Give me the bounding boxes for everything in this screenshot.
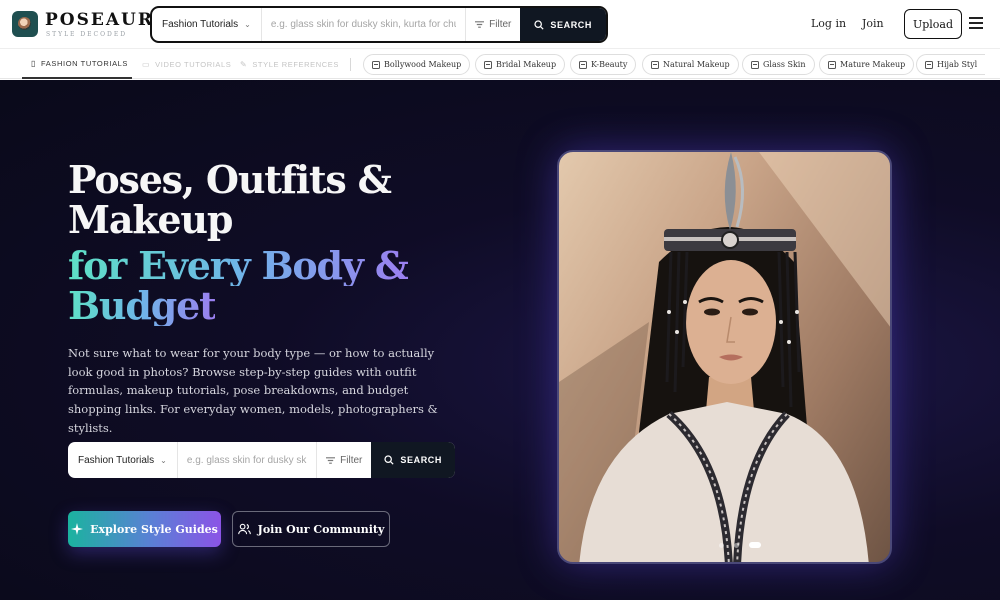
header-search-bar: Fashion Tutorials ⌄ Filter SEARCH — [150, 6, 608, 43]
chip-bollywood-makeup[interactable]: Bollywood Makeup — [363, 54, 471, 75]
brush-icon: ✎ — [240, 59, 248, 69]
carousel-dot[interactable] — [733, 542, 739, 548]
category-select-value: Fashion Tutorials — [162, 19, 239, 30]
filter-icon — [475, 21, 485, 28]
join-community-label: Join Our Community — [257, 522, 385, 536]
image-icon — [751, 60, 759, 69]
tab-label: VIDEO TUTORIALS — [155, 59, 232, 69]
image-icon — [651, 60, 659, 69]
filter-label: Filter — [489, 19, 512, 30]
chip-label: K-Beauty — [591, 60, 628, 69]
hero-description: Not sure what to wear for your body type… — [68, 346, 438, 435]
search-button[interactable]: SEARCH — [520, 8, 606, 41]
hero-category-select[interactable]: Fashion Tutorials ⌄ — [68, 442, 178, 478]
chip-hijab-styles[interactable]: Hijab Styl — [916, 54, 986, 75]
filter-label: Filter — [340, 454, 363, 466]
image-icon — [828, 60, 836, 69]
video-icon: ▭ — [142, 59, 151, 69]
category-select[interactable]: Fashion Tutorials ⌄ — [152, 8, 262, 41]
hero-title-line-2: Makeup — [68, 197, 233, 242]
users-icon — [237, 523, 251, 535]
chip-label: Glass Skin — [763, 60, 806, 69]
image-icon — [372, 60, 380, 69]
search-icon — [534, 19, 544, 30]
tab-fashion-tutorials[interactable]: ▯ FASHION TUTORIALS — [22, 49, 132, 79]
join-link[interactable]: Join — [862, 17, 884, 30]
upload-button[interactable]: Upload — [904, 9, 962, 39]
filter-icon — [326, 456, 336, 464]
carousel-dot-active[interactable] — [748, 542, 761, 548]
hero-filter-button[interactable]: Filter — [316, 442, 371, 478]
chip-label: Natural Makeup — [663, 60, 730, 69]
carousel-indicators — [559, 542, 890, 548]
chip-label: Bridal Makeup — [496, 60, 557, 69]
search-input[interactable] — [261, 8, 466, 41]
chip-k-beauty[interactable]: K-Beauty — [570, 54, 637, 75]
chevron-down-icon: ⌄ — [160, 455, 167, 465]
chip-label: Mature Makeup — [840, 60, 906, 69]
sparkle-icon — [71, 523, 84, 535]
tab-label: FASHION TUTORIALS — [41, 58, 129, 68]
category-select-value: Fashion Tutorials — [78, 454, 155, 466]
join-community-button[interactable]: Join Our Community — [232, 511, 390, 547]
brand-tagline: STYLE DECODED — [46, 31, 128, 38]
hero-search-bar: Fashion Tutorials ⌄ Filter SEARCH — [68, 442, 455, 478]
chip-label: Hijab Styl — [937, 60, 978, 69]
logo-icon[interactable] — [12, 11, 38, 37]
chip-natural-makeup[interactable]: Natural Makeup — [642, 54, 739, 75]
tab-video-tutorials[interactable]: ▭ VIDEO TUTORIALS — [142, 49, 231, 79]
book-icon: ▯ — [31, 58, 37, 68]
hero-section: Poses, Outfits & Makeup for Every Body &… — [0, 80, 1000, 600]
carousel-dot[interactable] — [718, 542, 724, 548]
hero-search-input[interactable] — [177, 442, 317, 478]
tab-label: STYLE REFERENCES — [252, 59, 340, 69]
image-icon — [579, 60, 587, 69]
hamburger-menu-icon[interactable] — [969, 17, 983, 29]
chip-label: Bollywood Makeup — [384, 60, 462, 69]
hero-title-line-1: Poses, Outfits & — [68, 157, 392, 202]
explore-button-label: Explore Style Guides — [90, 522, 218, 536]
chevron-down-icon: ⌄ — [244, 20, 251, 29]
login-link[interactable]: Log in — [811, 17, 846, 30]
hero-image-carousel[interactable] — [557, 150, 892, 564]
divider — [350, 58, 351, 71]
category-navigation: ▯ FASHION TUTORIALS ▭ VIDEO TUTORIALS ✎ … — [0, 48, 1000, 79]
hero-title-line-4: Budget — [68, 283, 217, 328]
hero-title-line-3: for Every Body & — [68, 243, 409, 288]
tab-style-references[interactable]: ✎ STYLE REFERENCES — [240, 49, 339, 79]
chip-bridal-makeup[interactable]: Bridal Makeup — [475, 54, 566, 75]
search-icon — [384, 455, 394, 465]
top-navigation-bar: POSEAURA STYLE DECODED Fashion Tutorials… — [0, 0, 1000, 48]
hero-search-button[interactable]: SEARCH — [371, 442, 455, 478]
chip-mature-makeup[interactable]: Mature Makeup — [819, 54, 915, 75]
search-button-label: SEARCH — [550, 19, 592, 30]
explore-style-guides-button[interactable]: Explore Style Guides — [68, 511, 221, 547]
image-icon — [925, 60, 933, 69]
filter-button[interactable]: Filter — [465, 8, 520, 41]
image-icon — [484, 60, 492, 69]
chip-glass-skin[interactable]: Glass Skin — [742, 54, 815, 75]
hero-image — [559, 152, 890, 562]
search-button-label: SEARCH — [400, 455, 442, 465]
